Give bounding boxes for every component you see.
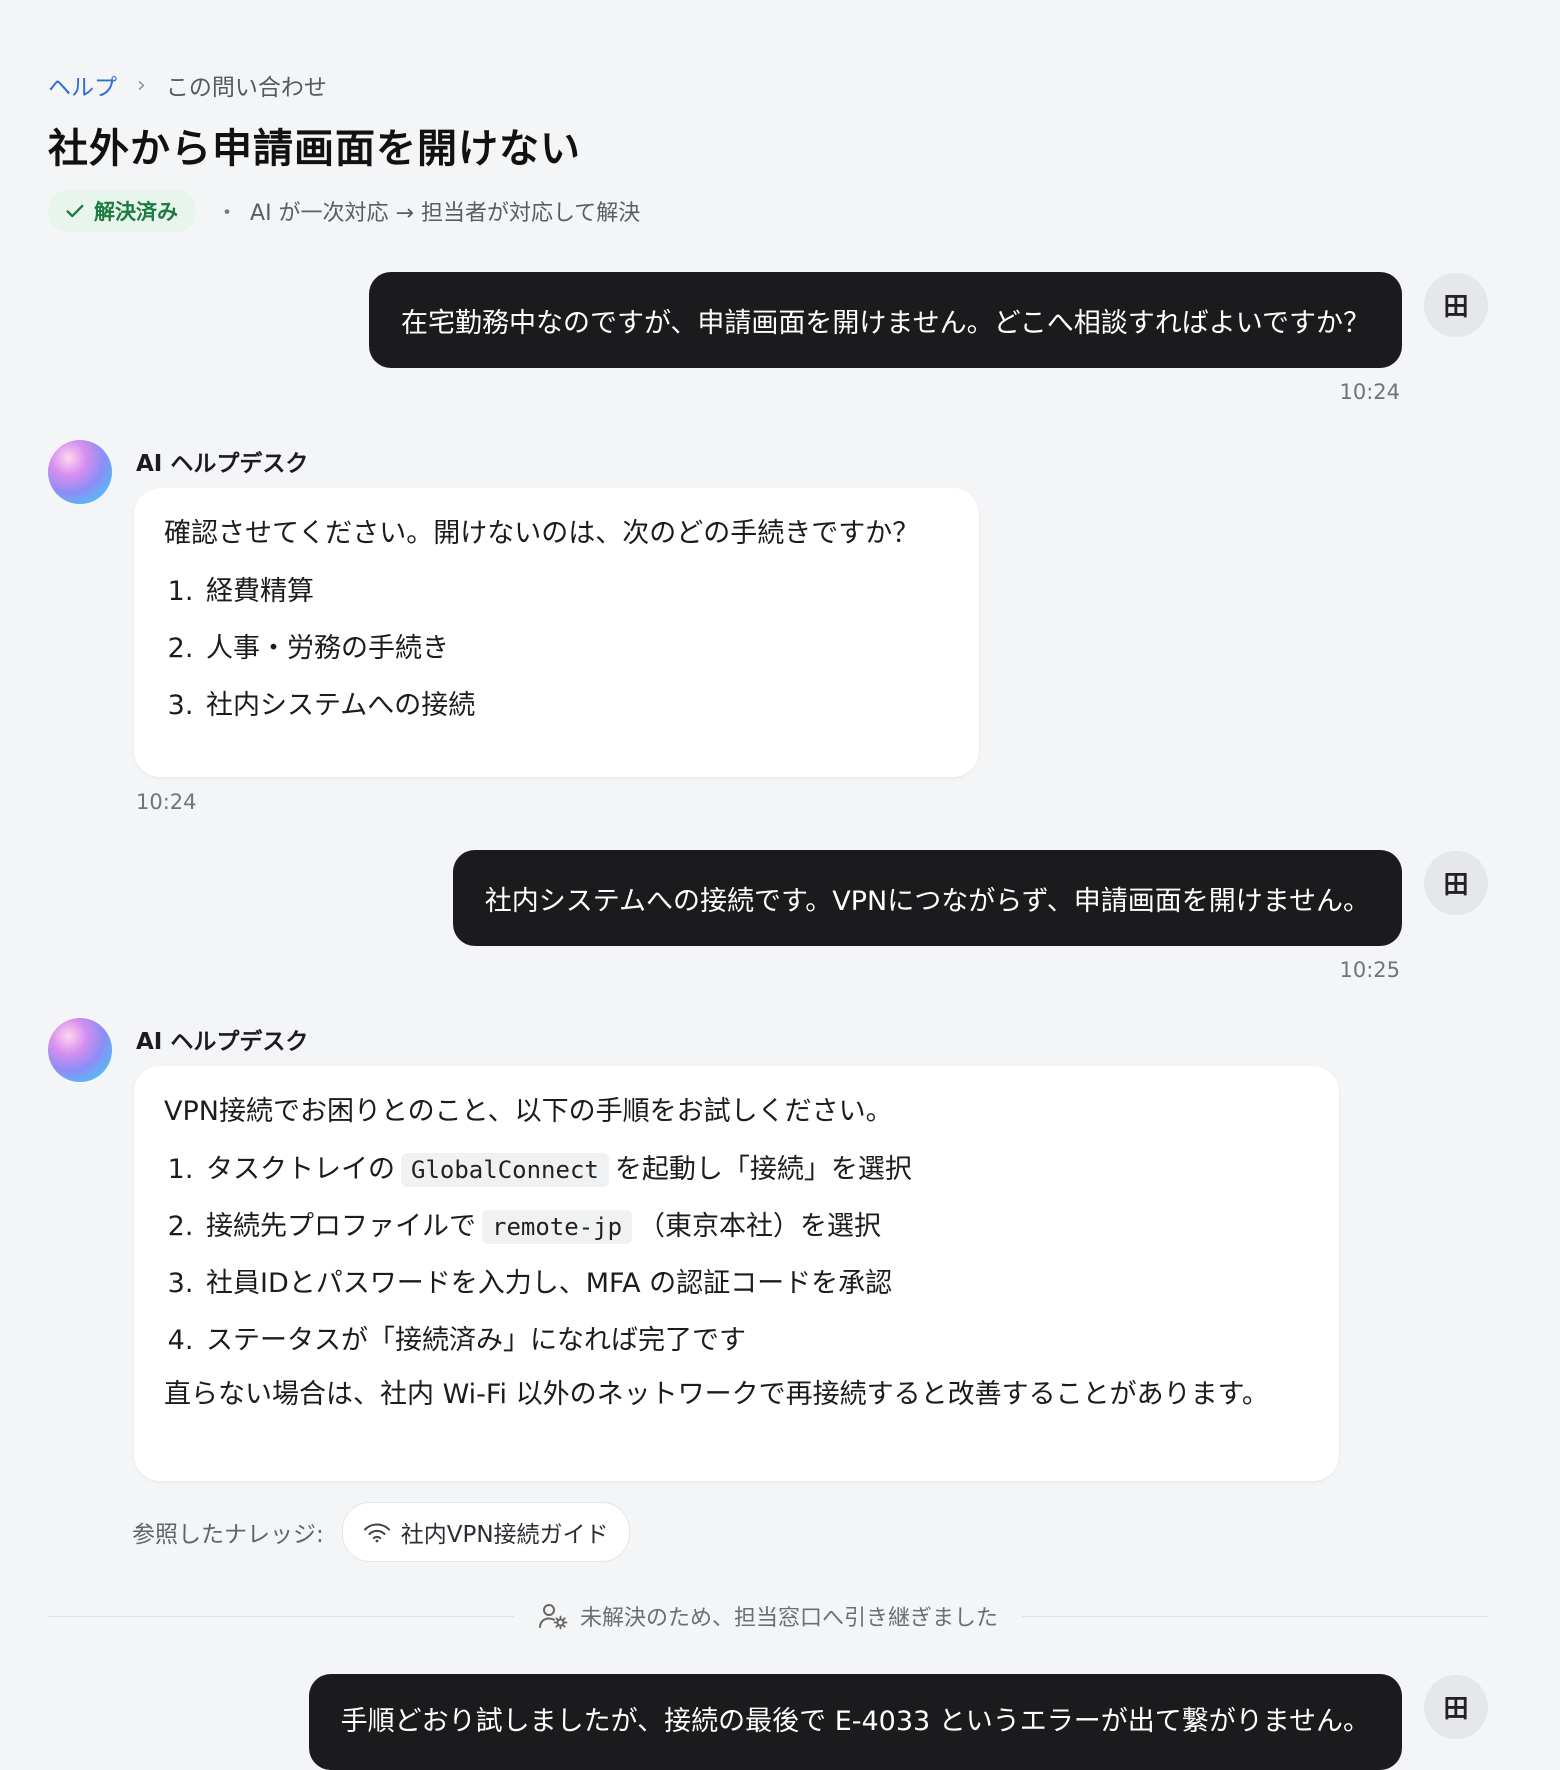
message-time: 10:24 bbox=[136, 790, 197, 814]
option-list: 経費精算 人事・労務の手続き 社内システムへの接続 bbox=[164, 572, 949, 726]
user-message-text: 手順どおり試しましたが、接続の最後で E-4033 というエラーが出て繋がりませ… bbox=[340, 1705, 1370, 1737]
status-row: 解決済み ・ AI が一次対応 → 担当者が対応して解決 bbox=[48, 190, 640, 232]
breadcrumb-help-link[interactable]: ヘルプ bbox=[48, 68, 117, 102]
ai-avatar bbox=[48, 1018, 112, 1082]
user-message: 在宅勤務中なのですが、申請画面を開けません。どこへ相談すればよいですか？ bbox=[368, 272, 1402, 368]
status-separator: ・ bbox=[216, 201, 239, 226]
divider-line bbox=[48, 1615, 514, 1617]
step-text: （東京本社）を選択 bbox=[638, 1211, 882, 1242]
user-avatar[interactable]: 田 bbox=[1424, 851, 1488, 915]
status-badge-label: 解決済み bbox=[94, 200, 178, 224]
step-text: 接続先プロファイルで bbox=[206, 1211, 476, 1242]
handoff-divider: 未解決のため、担当窓口へ引き継ぎました bbox=[48, 1600, 1489, 1632]
ai-name: AI ヘルプデスク bbox=[136, 1029, 309, 1055]
step-list: タスクトレイのGlobalConnectを起動し「接続」を選択 接続先プロファイ… bbox=[164, 1150, 1309, 1361]
check-icon bbox=[66, 204, 84, 218]
list-item: 経費精算 bbox=[202, 572, 949, 612]
ai-message-intro: 確認させてください。開けないのは、次のどの手続きですか？ bbox=[164, 518, 920, 549]
knowledge-reference: 参照したナレッジ: 社内VPN接続ガイド bbox=[132, 1502, 630, 1562]
list-item: 接続先プロファイルでremote-jp（東京本社）を選択 bbox=[202, 1207, 1309, 1247]
ai-message: 確認させてください。開けないのは、次のどの手続きですか？ 経費精算 人事・労務の… bbox=[134, 488, 979, 777]
handoff-text: 未解決のため、担当窓口へ引き継ぎました bbox=[580, 1606, 999, 1631]
user-avatar[interactable]: 田 bbox=[1424, 273, 1488, 337]
list-item: タスクトレイのGlobalConnectを起動し「接続」を選択 bbox=[202, 1150, 1309, 1190]
list-item: 社員IDとパスワードを入力し、MFA の認証コードを承認 bbox=[202, 1264, 1309, 1304]
message-time: 10:25 bbox=[1339, 958, 1400, 982]
user-message: 手順どおり試しましたが、接続の最後で E-4033 というエラーが出て繋がりませ… bbox=[308, 1674, 1402, 1770]
step-text: を起動し「接続」を選択 bbox=[614, 1154, 912, 1185]
knowledge-label: 参照したナレッジ: bbox=[132, 1522, 324, 1548]
user-avatar[interactable]: 田 bbox=[1424, 1675, 1488, 1739]
user-message-text: 在宅勤務中なのですが、申請画面を開けません。どこへ相談すればよいですか？ bbox=[400, 307, 1370, 339]
status-badge: 解決済み bbox=[48, 190, 196, 232]
divider-line bbox=[1022, 1615, 1489, 1617]
ai-name: AI ヘルプデスク bbox=[136, 451, 309, 477]
ai-message-outro: 直らない場合は、社内 Wi-Fi 以外のネットワークで再接続すると改善することが… bbox=[164, 1379, 1269, 1410]
ai-avatar bbox=[48, 440, 112, 504]
list-item: ステータスが「接続済み」になれば完了です bbox=[202, 1321, 1309, 1361]
inline-code: remote-jp bbox=[482, 1210, 633, 1244]
knowledge-chip-label: 社内VPN接続ガイド bbox=[400, 1522, 609, 1548]
inline-code: GlobalConnect bbox=[401, 1153, 609, 1187]
user-message-text: 社内システムへの接続です。VPNにつながらず、申請画面を開けません。 bbox=[484, 885, 1370, 917]
breadcrumb: ヘルプ › この問い合わせ bbox=[48, 68, 327, 102]
ai-message: VPN接続でお困りとのこと、以下の手順をお試しください。 タスクトレイのGlob… bbox=[134, 1066, 1339, 1481]
handoff-notice: 未解決のため、担当窓口へ引き継ぎました bbox=[514, 1600, 1022, 1632]
message-time: 10:24 bbox=[1339, 380, 1400, 404]
conversation-page: ヘルプ › この問い合わせ 社外から申請画面を開けない 解決済み ・ AI が一… bbox=[48, 0, 1489, 1770]
page-title: 社外から申請画面を開けない bbox=[48, 126, 581, 172]
user-message: 社内システムへの接続です。VPNにつながらず、申請画面を開けません。 bbox=[452, 850, 1402, 946]
user-gear-icon bbox=[539, 1604, 568, 1630]
step-text: タスクトレイの bbox=[206, 1154, 395, 1185]
chevron-right-icon: › bbox=[137, 72, 146, 98]
status-flow: AI が一次対応 → 担当者が対応して解決 bbox=[250, 201, 641, 226]
ai-message-intro: VPN接続でお困りとのこと、以下の手順をお試しください。 bbox=[164, 1096, 893, 1127]
breadcrumb-current: この問い合わせ bbox=[165, 75, 327, 101]
list-item: 人事・労務の手続き bbox=[202, 629, 949, 669]
knowledge-chip[interactable]: 社内VPN接続ガイド bbox=[341, 1502, 630, 1562]
list-item: 社内システムへの接続 bbox=[202, 686, 949, 726]
wifi-icon bbox=[363, 1523, 390, 1543]
